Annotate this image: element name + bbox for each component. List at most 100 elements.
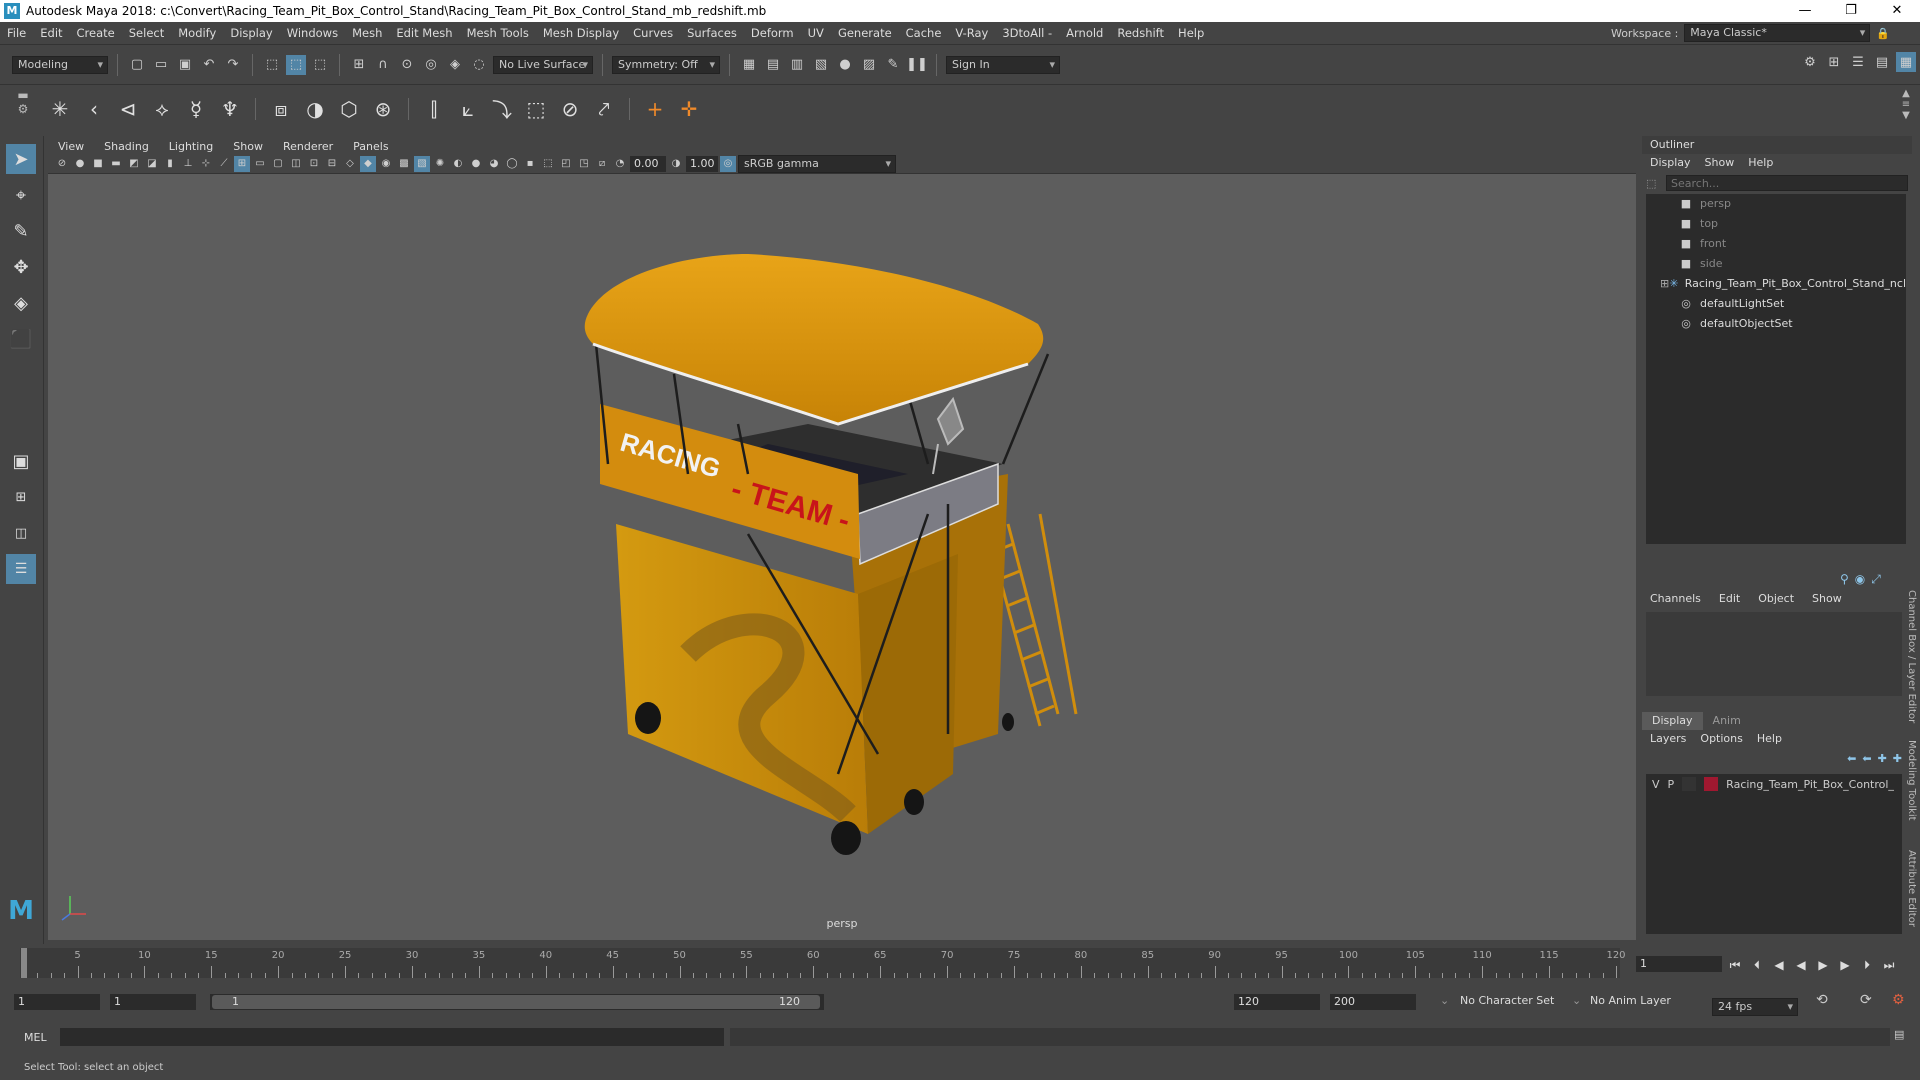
frame-selected-icon[interactable]: ⊹	[198, 156, 214, 172]
outliner-toggle-icon[interactable]: ▦	[1896, 52, 1916, 72]
options-menu[interactable]: Options	[1700, 730, 1742, 748]
move-layer-down-icon[interactable]: ⬅	[1862, 752, 1871, 765]
menu-cache[interactable]: Cache	[899, 26, 949, 40]
layer-type-toggle[interactable]	[1682, 777, 1697, 791]
channel-settings-icon[interactable]: ⤢	[1871, 572, 1881, 587]
menu-select[interactable]: Select	[122, 26, 171, 40]
menu-create[interactable]: Create	[70, 26, 122, 40]
tab-channel-box-layer-editor[interactable]: Channel Box / Layer Editor	[1906, 590, 1917, 723]
wrinkle-icon[interactable]: ⤤	[590, 95, 618, 123]
layer-visibility-toggle[interactable]: V	[1652, 778, 1660, 791]
outliner-item-racing-group[interactable]: ⊞ ✳ Racing_Team_Pit_Box_Control_Stand_ncl	[1646, 274, 1906, 294]
menu-file[interactable]: File	[0, 26, 33, 40]
modeling-toolkit-icon[interactable]: ⚙	[1800, 52, 1820, 72]
menu-set-dropdown[interactable]: Modeling	[12, 55, 108, 74]
panel-menu-panels[interactable]: Panels	[343, 140, 398, 153]
snap-surface-icon[interactable]: ◈	[445, 55, 465, 75]
panel-menu-shading[interactable]: Shading	[94, 140, 159, 153]
gamma-icon[interactable]: ◑	[668, 156, 684, 172]
outliner-item-side[interactable]: ■ side	[1646, 254, 1906, 274]
menu-deform[interactable]: Deform	[744, 26, 801, 40]
select-hierarchy-icon[interactable]: ⬚	[262, 55, 282, 75]
layer-name[interactable]: Racing_Team_Pit_Box_Control_	[1726, 778, 1894, 791]
workspace-dropdown[interactable]: Maya Classic*	[1684, 24, 1871, 42]
textured-icon[interactable]: ▩	[396, 156, 412, 172]
render-settings-icon[interactable]: ▧	[811, 55, 831, 75]
bookmark-icon[interactable]: ■	[90, 156, 106, 172]
wireframe-icon[interactable]: ◇	[342, 156, 358, 172]
quick-rig-icon[interactable]: ♆	[216, 95, 244, 123]
xray-joints-icon[interactable]: ◳	[576, 156, 592, 172]
select-component-icon[interactable]: ⬚	[310, 55, 330, 75]
tool-settings-icon[interactable]: ☰	[1848, 52, 1868, 72]
exposure-icon[interactable]: ◔	[612, 156, 628, 172]
isolate-select-icon[interactable]: ⬚	[540, 156, 556, 172]
wireframe-on-shaded-icon[interactable]: ▧	[414, 155, 430, 172]
select-object-icon[interactable]: ⬚	[286, 54, 306, 75]
time-slider[interactable]: 1510152025303540455055606570758085909510…	[0, 944, 1920, 984]
menu-help[interactable]: Help	[1171, 26, 1211, 40]
auto-key-icon[interactable]: ⟳	[1860, 992, 1872, 1008]
layers-help-menu[interactable]: Help	[1757, 730, 1782, 748]
frame-all-icon[interactable]: ⊥	[180, 156, 196, 172]
redo-icon[interactable]: ↷	[223, 55, 243, 75]
aim-constraint-icon[interactable]: ✛	[675, 95, 703, 123]
go-to-end-icon[interactable]: ⏭	[1880, 956, 1898, 974]
step-back-frame-icon[interactable]: ◀	[1770, 956, 1788, 974]
tab-anim[interactable]: Anim	[1703, 712, 1751, 730]
preferences-icon[interactable]: ⚙	[1892, 992, 1905, 1008]
outliner-search-input[interactable]	[1666, 175, 1908, 191]
menu-edit[interactable]: Edit	[33, 26, 69, 40]
motion-blur-icon[interactable]: ◕	[486, 156, 502, 172]
outliner-layout-icon[interactable]: ☰	[6, 554, 36, 584]
redshift-ipr-icon[interactable]: ✎	[883, 55, 903, 75]
nonlinear-icon[interactable]: ⬚	[522, 95, 550, 123]
menu-3dtoall[interactable]: 3DtoAll -	[995, 26, 1059, 40]
sculpt-icon[interactable]: ⊛	[369, 95, 397, 123]
lattice-icon[interactable]: ⧈	[267, 95, 295, 123]
character-set-field[interactable]: No Character Set	[1460, 994, 1554, 1007]
xray-icon[interactable]: ◰	[558, 156, 574, 172]
lasso-tool-icon[interactable]: ⌖	[6, 180, 36, 210]
bend-deformer-icon[interactable]: ⟀	[454, 95, 482, 123]
menu-redshift[interactable]: Redshift	[1110, 26, 1171, 40]
panel-menu-show[interactable]: Show	[223, 140, 273, 153]
expand-icon[interactable]: ⊞	[1660, 274, 1669, 294]
filter-icon[interactable]: ⬚	[1646, 177, 1662, 190]
menu-mesh[interactable]: Mesh	[345, 26, 389, 40]
outliner-menu-display[interactable]: Display	[1650, 154, 1691, 172]
redshift-render-icon[interactable]: ▨	[859, 55, 879, 75]
lock-icon[interactable]: 🔒	[1876, 27, 1890, 40]
menu-mesh-tools[interactable]: Mesh Tools	[460, 26, 536, 40]
outliner-item-front[interactable]: ■ front	[1646, 234, 1906, 254]
depth-of-field-icon[interactable]: ▪	[522, 156, 538, 172]
shadows-icon[interactable]: ◐	[450, 156, 466, 172]
cluster-icon[interactable]: ◑	[301, 95, 329, 123]
layer-playback-toggle[interactable]: P	[1668, 778, 1675, 791]
persp-viewport[interactable]: RACING - TEAM - persp	[48, 174, 1636, 940]
use-all-lights-icon[interactable]: ✺	[432, 156, 448, 172]
gamma-field[interactable]: 1.00	[686, 155, 718, 172]
menu-curves[interactable]: Curves	[626, 26, 680, 40]
new-layer-icon[interactable]: ✚	[1878, 752, 1887, 765]
wrap-icon[interactable]: ⬡	[335, 95, 363, 123]
color-management-icon[interactable]: ◎	[720, 155, 736, 172]
live-surface-field[interactable]: No Live Surface	[493, 55, 593, 74]
default-material-icon[interactable]: ◉	[378, 156, 394, 172]
ik-spline-icon[interactable]: ⊲	[114, 95, 142, 123]
resolution-gate-icon[interactable]: ▢	[270, 156, 286, 172]
single-view-icon[interactable]: ▣	[6, 446, 36, 476]
menu-vray[interactable]: V-Ray	[948, 26, 995, 40]
outliner-menu-help[interactable]: Help	[1748, 154, 1773, 172]
channels-menu[interactable]: Channels	[1650, 590, 1701, 608]
anti-aliasing-icon[interactable]: ◯	[504, 156, 520, 172]
select-tool-icon[interactable]: ➤	[6, 144, 36, 174]
panel-menu-lighting[interactable]: Lighting	[159, 140, 223, 153]
channels-edit-menu[interactable]: Edit	[1719, 590, 1740, 608]
save-scene-icon[interactable]: ▣	[175, 55, 195, 75]
pause-icon[interactable]: ❚❚	[906, 55, 928, 75]
tab-attribute-editor[interactable]: Attribute Editor	[1906, 850, 1917, 927]
menu-display[interactable]: Display	[223, 26, 279, 40]
outliner-item-top[interactable]: ■ top	[1646, 214, 1906, 234]
menu-mesh-display[interactable]: Mesh Display	[536, 26, 626, 40]
